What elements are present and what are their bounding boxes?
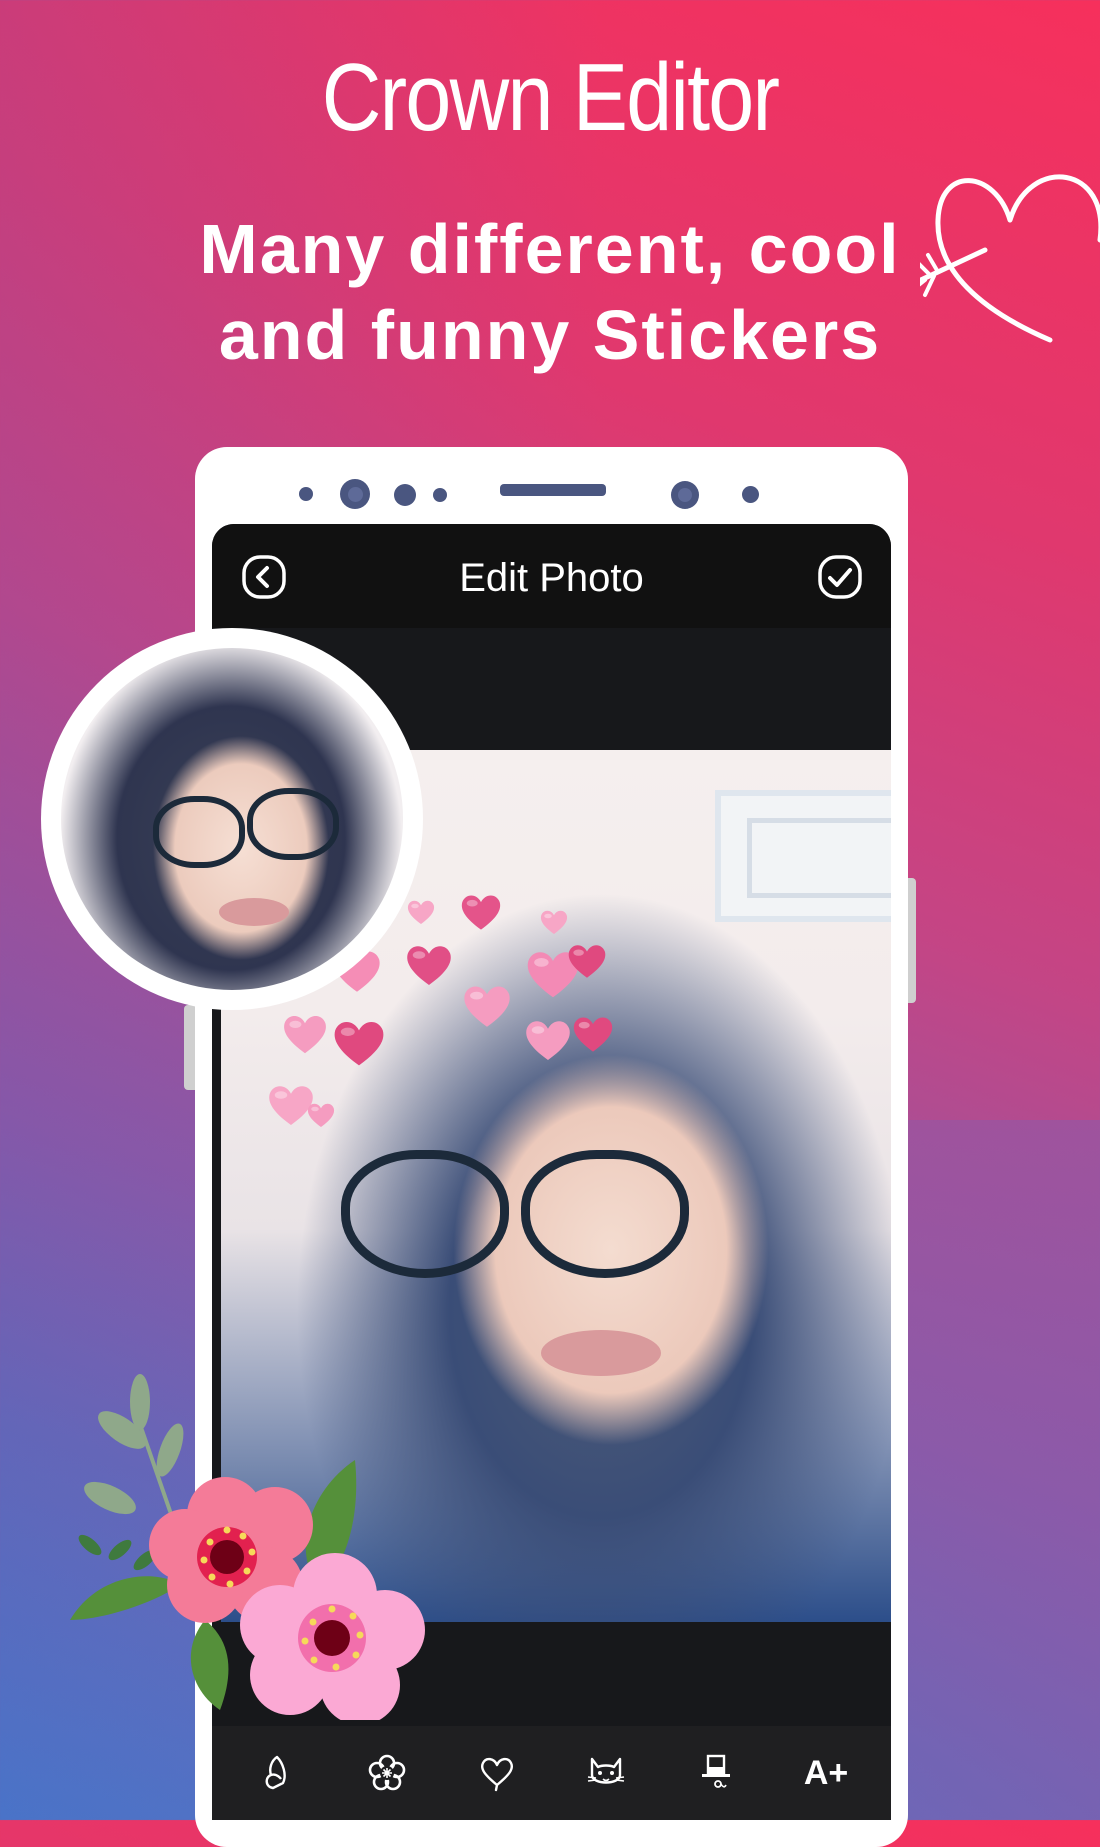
heart-icon bbox=[284, 1016, 326, 1054]
heart-sticker[interactable] bbox=[331, 1015, 387, 1071]
heart-sticker[interactable] bbox=[306, 1100, 336, 1130]
heart-icon bbox=[407, 900, 435, 924]
phone-side-button-left bbox=[184, 1005, 195, 1090]
tool-text[interactable]: A+ bbox=[796, 1743, 856, 1803]
inset-lips bbox=[219, 898, 289, 926]
cat-icon bbox=[588, 1757, 625, 1784]
phone-front-camera bbox=[340, 479, 370, 509]
tool-heart[interactable] bbox=[467, 1743, 527, 1803]
original-photo-inset bbox=[41, 628, 423, 1010]
heart-sticker[interactable] bbox=[459, 890, 503, 934]
tool-butterfly[interactable] bbox=[247, 1743, 307, 1803]
heart-icon bbox=[461, 895, 501, 930]
flower-icon bbox=[368, 1754, 406, 1791]
heart-arrow-decoration-icon bbox=[920, 174, 1100, 343]
photo-lips bbox=[541, 1330, 661, 1376]
butterfly-icon bbox=[265, 1755, 286, 1790]
heart-sticker[interactable] bbox=[571, 1012, 615, 1056]
heart-icon bbox=[526, 1021, 570, 1060]
heart-icon bbox=[464, 986, 510, 1027]
heart-icon bbox=[568, 945, 606, 978]
heart-icon bbox=[307, 1103, 335, 1127]
heart-sticker[interactable] bbox=[539, 907, 569, 937]
heart-sticker[interactable] bbox=[566, 940, 608, 982]
tool-flower[interactable] bbox=[357, 1743, 417, 1803]
heart-sticker[interactable] bbox=[406, 897, 436, 927]
phone-speaker bbox=[500, 484, 606, 496]
tool-cat[interactable] bbox=[576, 1743, 636, 1803]
text-add-icon: A+ bbox=[803, 1753, 849, 1792]
top-hat-icon bbox=[702, 1754, 731, 1788]
page-title: Edit Photo bbox=[459, 556, 644, 600]
phone-sensor-dot bbox=[394, 484, 416, 506]
heart-sticker[interactable] bbox=[523, 1015, 573, 1065]
app-header: Edit Photo bbox=[212, 524, 891, 628]
inset-glasses-left bbox=[153, 796, 245, 868]
promo-title: Crown Editor bbox=[321, 44, 780, 151]
heart-sticker[interactable] bbox=[461, 980, 513, 1032]
photo-glasses-right bbox=[521, 1150, 689, 1278]
phone-sensor-dot bbox=[299, 487, 313, 501]
heart-icon bbox=[480, 1757, 513, 1792]
phone-secondary-camera bbox=[671, 481, 699, 509]
sticker-toolbar: A+ bbox=[212, 1726, 891, 1820]
heart-sticker[interactable] bbox=[281, 1010, 329, 1058]
heart-icon bbox=[540, 910, 568, 934]
photo-glasses-left bbox=[341, 1150, 509, 1278]
check-circle-icon bbox=[818, 555, 862, 599]
phone-sensor-dot bbox=[433, 488, 447, 502]
confirm-button[interactable] bbox=[817, 554, 863, 600]
original-photo bbox=[61, 648, 403, 990]
heart-icon bbox=[407, 946, 451, 985]
heart-icon bbox=[334, 1022, 384, 1066]
tool-hat[interactable] bbox=[686, 1743, 746, 1803]
flower-decoration-icon bbox=[70, 1374, 425, 1720]
heart-sticker[interactable] bbox=[404, 940, 454, 990]
heart-icon bbox=[573, 1017, 613, 1052]
inset-glasses-right bbox=[247, 788, 339, 860]
photo-background-vent bbox=[715, 790, 891, 922]
phone-sensor-dot bbox=[742, 486, 759, 503]
phone-side-button-right bbox=[908, 878, 916, 1003]
